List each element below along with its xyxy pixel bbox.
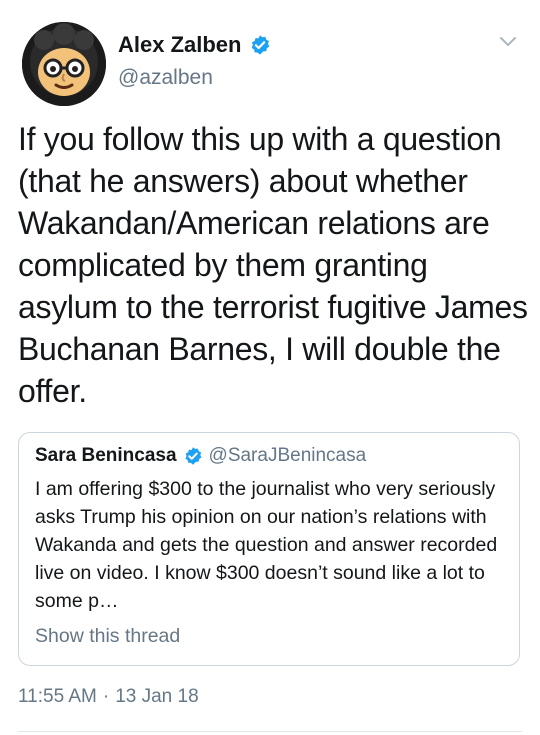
timestamp-time: 11:55 AM xyxy=(18,686,97,707)
author-handle[interactable]: @azalben xyxy=(118,66,271,90)
avatar-cartoon-icon xyxy=(22,22,106,106)
quoted-tweet-body: I am offering $300 to the journalist who… xyxy=(35,478,498,612)
verified-badge-icon xyxy=(252,35,270,55)
bottom-divider xyxy=(18,731,522,732)
author-display-name[interactable]: Alex Zalben xyxy=(118,32,241,58)
quoted-tweet-header: Sara Benincasa @SaraJBenincasa xyxy=(35,445,366,467)
verified-badge-icon xyxy=(184,447,201,465)
avatar[interactable] xyxy=(22,22,106,106)
show-thread-link[interactable]: Show this thread xyxy=(35,625,180,648)
display-name-row: Alex Zalben xyxy=(118,30,271,60)
timestamp-date: 13 Jan 18 xyxy=(115,686,199,707)
tweet-card: Alex Zalben @azalben If you follow this … xyxy=(0,0,540,735)
quoted-handle: @SaraJBenincasa xyxy=(208,445,367,466)
timestamp-separator: · xyxy=(102,686,110,707)
tweet-timestamp[interactable]: 11:55 AM · 13 Jan 18 xyxy=(18,686,199,708)
tweet-header: Alex Zalben @azalben xyxy=(18,18,522,108)
tweet-body: If you follow this up with a question (t… xyxy=(18,121,528,409)
quoted-display-name: Sara Benincasa xyxy=(35,445,177,466)
author-names: Alex Zalben @azalben xyxy=(118,30,271,90)
quoted-tweet[interactable]: Sara Benincasa @SaraJBenincasa I am offe… xyxy=(18,432,520,666)
chevron-down-icon[interactable] xyxy=(496,30,520,54)
